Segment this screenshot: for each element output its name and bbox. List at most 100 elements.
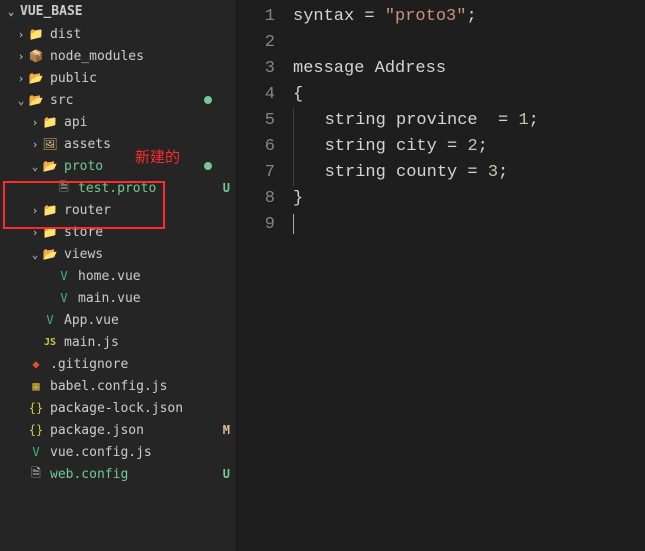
chevron-right-icon: › (14, 28, 28, 41)
tree-item-dist[interactable]: ›📁 dist (0, 23, 236, 45)
tree-item-package-lock-json[interactable]: {}package-lock.json (0, 397, 236, 419)
tree-item-vue-config-js[interactable]: Vvue.config.js (0, 441, 236, 463)
tree-item-package-json[interactable]: {} package.jsonM (0, 419, 236, 441)
tree-item-label: main.vue (78, 291, 216, 306)
file-icon: 📂 (28, 70, 44, 86)
file-icon: 📂 (28, 92, 44, 108)
tree-item-label: vue.config.js (50, 445, 216, 460)
line-number: 6 (237, 134, 275, 160)
modified-dot-icon (204, 162, 212, 170)
tree-item-main-js[interactable]: JS main.js (0, 331, 236, 353)
code-line: message Address (293, 56, 645, 82)
tree-item-label: router (64, 203, 216, 218)
project-header[interactable]: ⌄ VUE_BASE (0, 0, 236, 23)
chevron-down-icon: ⌄ (14, 94, 28, 107)
line-number-gutter: 123456789 (237, 4, 293, 551)
tree-item-public[interactable]: ›📂 public (0, 67, 236, 89)
file-icon: 📁 (28, 26, 44, 42)
tree-item-label: api (64, 115, 216, 130)
tree-item-router[interactable]: ›📁 router (0, 199, 236, 221)
tree-item-label: store (64, 225, 216, 240)
file-icon: {} (28, 400, 44, 416)
tree-item--gitignore[interactable]: ◆ .gitignore (0, 353, 236, 375)
tree-item-label: babel.config.js (50, 379, 216, 394)
file-icon: 📂 (42, 158, 58, 174)
tree-item-label: views (64, 247, 216, 262)
code-line: } (293, 186, 645, 212)
tree-item-label: .gitignore (50, 357, 216, 372)
file-icon: 🖼 (42, 136, 58, 152)
git-status-badge: M (216, 423, 230, 437)
file-icon: 🗎 (28, 466, 44, 482)
tree-item-main-vue[interactable]: Vmain.vue (0, 287, 236, 309)
tree-item-label: proto (64, 159, 204, 174)
tree-item-label: App.vue (64, 313, 216, 328)
tree-item-web-config[interactable]: 🗎 web.configU (0, 463, 236, 485)
chevron-right-icon: › (14, 72, 28, 85)
modified-dot-icon (204, 96, 212, 104)
line-number: 3 (237, 56, 275, 82)
tree-item-src[interactable]: ⌄📂 src (0, 89, 236, 111)
tree-item-home-vue[interactable]: Vhome.vue (0, 265, 236, 287)
file-icon: V (56, 290, 72, 306)
file-icon: ▦ (28, 378, 44, 394)
file-icon: V (56, 268, 72, 284)
tree-item-label: test.proto (78, 181, 216, 196)
tree-item-node_modules[interactable]: ›📦node_modules (0, 45, 236, 67)
tree-item-proto[interactable]: ⌄📂 proto (0, 155, 236, 177)
tree-item-test-proto[interactable]: 🗎 test.protoU (0, 177, 236, 199)
chevron-right-icon: › (28, 116, 42, 129)
tree-item-label: package.json (50, 423, 216, 438)
tree-item-assets[interactable]: ›🖼 assets (0, 133, 236, 155)
chevron-down-icon: ⌄ (28, 160, 42, 173)
tree-item-label: src (50, 93, 204, 108)
code-line: string city = 2; (293, 134, 645, 160)
tree-item-store[interactable]: ›📁 store (0, 221, 236, 243)
tree-item-api[interactable]: ›📁api (0, 111, 236, 133)
git-status-badge: U (216, 181, 230, 195)
chevron-right-icon: › (28, 226, 42, 239)
line-number: 7 (237, 160, 275, 186)
file-tree: ›📁dist›📦node_modules›📂public⌄📂src›📁api›🖼… (0, 23, 236, 485)
chevron-down-icon: ⌄ (4, 5, 18, 18)
line-number: 1 (237, 4, 275, 30)
tree-item-views[interactable]: ⌄📂 views (0, 243, 236, 265)
line-number: 8 (237, 186, 275, 212)
tree-item-App-vue[interactable]: V App.vue (0, 309, 236, 331)
tree-item-label: main.js (64, 335, 216, 350)
project-name: VUE_BASE (20, 4, 83, 19)
file-explorer-sidebar: ⌄ VUE_BASE ›📁dist›📦node_modules›📂public⌄… (0, 0, 237, 551)
file-icon: 📁 (42, 202, 58, 218)
file-icon: 📁 (42, 224, 58, 240)
file-icon: V (28, 444, 44, 460)
code-line: string province = 1; (293, 108, 645, 134)
file-icon: V (42, 312, 58, 328)
file-icon: JS (42, 334, 58, 350)
code-line: syntax = "proto3"; (293, 4, 645, 30)
line-number: 2 (237, 30, 275, 56)
tree-item-babel-config-js[interactable]: ▦ babel.config.js (0, 375, 236, 397)
code-line (293, 30, 645, 56)
chevron-right-icon: › (28, 204, 42, 217)
file-icon: 🗎 (56, 180, 72, 196)
file-icon: ◆ (28, 356, 44, 372)
code-line: string county = 3; (293, 160, 645, 186)
tree-item-label: public (50, 71, 216, 86)
code-editor[interactable]: 123456789 syntax = "proto3"; message Add… (237, 0, 645, 551)
line-number: 5 (237, 108, 275, 134)
file-icon: 📦 (28, 48, 44, 64)
tree-item-label: node_modules (50, 49, 216, 64)
tree-item-label: web.config (50, 467, 216, 482)
file-icon: {} (28, 422, 44, 438)
code-line (293, 212, 645, 238)
tree-item-label: home.vue (78, 269, 216, 284)
tree-item-label: assets (64, 137, 216, 152)
git-status-badge: U (216, 467, 230, 481)
tree-item-label: dist (50, 27, 216, 42)
chevron-right-icon: › (28, 138, 42, 151)
line-number: 9 (237, 212, 275, 238)
code-content[interactable]: syntax = "proto3"; message Address{ stri… (293, 4, 645, 551)
line-number: 4 (237, 82, 275, 108)
file-icon: 📂 (42, 246, 58, 262)
chevron-down-icon: ⌄ (28, 248, 42, 261)
